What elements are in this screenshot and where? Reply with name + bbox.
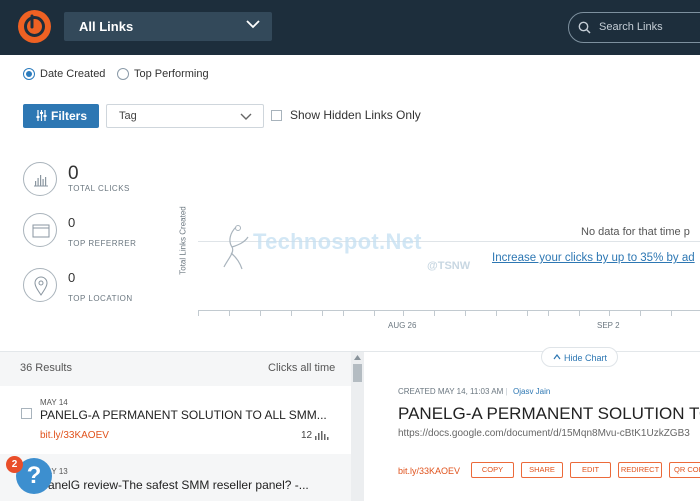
x-axis-tick (548, 310, 549, 316)
link-item-date: MAY 14 (40, 398, 68, 407)
link-list-item[interactable]: MAY 13 PanelG review-The safest SMM rese… (0, 455, 351, 501)
link-list-item[interactable]: MAY 14 PANELG-A PERMANENT SOLUTION TO AL… (0, 386, 351, 454)
watermark-figure-icon (223, 225, 249, 270)
all-links-dropdown[interactable]: All Links (64, 12, 272, 41)
radio-top-performing-label: Top Performing (134, 68, 209, 80)
total-clicks-label: TOTAL CLICKS (68, 184, 130, 193)
show-hidden-links-checkbox[interactable] (271, 110, 282, 121)
chart-y-axis-title: Total Links Created (178, 206, 188, 275)
link-item-clicks: 12 (301, 430, 313, 441)
detail-created-date: CREATED MAY 14, 11:03 AM | (398, 387, 508, 396)
search-placeholder: Search Links (599, 21, 663, 33)
link-item-title: PANELG-A PERMANENT SOLUTION TO ALL SMM..… (40, 408, 327, 422)
tag-dropdown-placeholder: Tag (119, 110, 137, 122)
filters-button-label: Filters (51, 109, 88, 123)
location-pin-icon (23, 268, 57, 302)
tag-dropdown[interactable]: Tag (106, 104, 264, 128)
share-button[interactable]: SHARE (521, 462, 563, 478)
x-axis-tick (527, 310, 528, 316)
x-axis-tick (198, 310, 199, 316)
link-item-short-link[interactable]: bit.ly/33KAOEV (40, 430, 109, 441)
qr-code-button[interactable]: QR COD (669, 462, 700, 478)
bar-chart-icon (23, 162, 57, 196)
link-item-title: PanelG review-The safest SMM reseller pa… (40, 478, 309, 492)
search-links-input[interactable]: Search Links (568, 12, 700, 43)
clicks-all-time-header: Clicks all time (268, 362, 336, 374)
top-location-label: TOP LOCATION (68, 294, 133, 303)
radio-top-performing[interactable] (117, 68, 129, 80)
scrollbar-thumb[interactable] (353, 364, 362, 382)
x-axis-tick (260, 310, 261, 316)
filters-button[interactable]: Filters (23, 104, 99, 128)
x-axis-tick (671, 310, 672, 316)
hide-chart-label: Hide Chart (564, 353, 608, 363)
x-axis-tick (434, 310, 435, 316)
top-location-value: 0 (68, 270, 76, 285)
redirect-button[interactable]: REDIRECT (618, 462, 662, 478)
search-icon (578, 21, 591, 34)
chevron-up-icon (553, 354, 561, 360)
top-referrer-value: 0 (68, 215, 76, 230)
browser-window-icon (23, 213, 57, 247)
x-axis-tick (403, 310, 404, 316)
watermark-handle: @TSNW (427, 260, 471, 272)
bitly-logo-icon[interactable] (18, 10, 51, 43)
radio-date-created[interactable] (23, 68, 35, 80)
x-axis-tick (640, 310, 641, 316)
radio-date-created-label: Date Created (40, 68, 106, 80)
detail-title: PANELG-A PERMANENT SOLUTION TO (398, 404, 700, 423)
detail-long-url[interactable]: https://docs.google.com/document/d/15Mqn… (398, 428, 690, 439)
results-count: 36 Results (20, 362, 72, 374)
top-referrer-label: TOP REFERRER (68, 239, 137, 248)
x-axis-tick (465, 310, 466, 316)
show-hidden-links-label: Show Hidden Links Only (290, 108, 421, 122)
edit-button[interactable]: EDIT (570, 462, 611, 478)
scroll-up-arrow-icon[interactable] (354, 355, 361, 360)
bitly-dashboard: All Links Search Links Date Created Top … (0, 0, 700, 501)
link-detail-panel (364, 352, 700, 501)
mini-bar-chart-icon (315, 431, 329, 440)
links-list-scrollbar[interactable] (351, 352, 364, 501)
chevron-down-icon (240, 113, 252, 120)
detail-author[interactable]: Ojasv Jain (513, 387, 550, 396)
help-notification-badge: 2 (6, 456, 23, 473)
sort-option-date-created[interactable]: Date Created (23, 67, 105, 81)
x-axis-label-sep-2: SEP 2 (597, 321, 620, 330)
copy-button[interactable]: COPY (471, 462, 514, 478)
detail-short-link[interactable]: bit.ly/33KAOEV (398, 466, 460, 476)
x-axis-tick (291, 310, 292, 316)
hide-chart-toggle[interactable]: Hide Chart (541, 347, 618, 367)
x-axis-tick (496, 310, 497, 316)
x-axis-tick (229, 310, 230, 316)
total-clicks-value: 0 (68, 163, 79, 184)
link-item-checkbox[interactable] (21, 408, 32, 419)
increase-clicks-link[interactable]: Increase your clicks by up to 35% by ad (492, 252, 695, 264)
x-axis-tick (579, 310, 580, 316)
watermark-text: Technospot.Net (253, 229, 422, 254)
top-navigation-bar: All Links Search Links (0, 0, 700, 55)
chart-x-axis (198, 310, 700, 311)
x-axis-tick (322, 310, 323, 316)
chevron-down-icon (246, 20, 260, 29)
detail-separator: | (505, 387, 508, 396)
no-data-message: No data for that time p (581, 226, 690, 238)
sort-option-top-performing[interactable]: Top Performing (117, 67, 209, 81)
x-axis-tick (609, 310, 610, 316)
x-axis-label-aug-26: AUG 26 (388, 321, 417, 330)
x-axis-tick (374, 310, 375, 316)
all-links-dropdown-label: All Links (79, 19, 134, 34)
detail-created-text: CREATED MAY 14, 11:03 AM (398, 387, 504, 396)
x-axis-tick (343, 310, 344, 316)
sliders-icon (36, 110, 47, 121)
